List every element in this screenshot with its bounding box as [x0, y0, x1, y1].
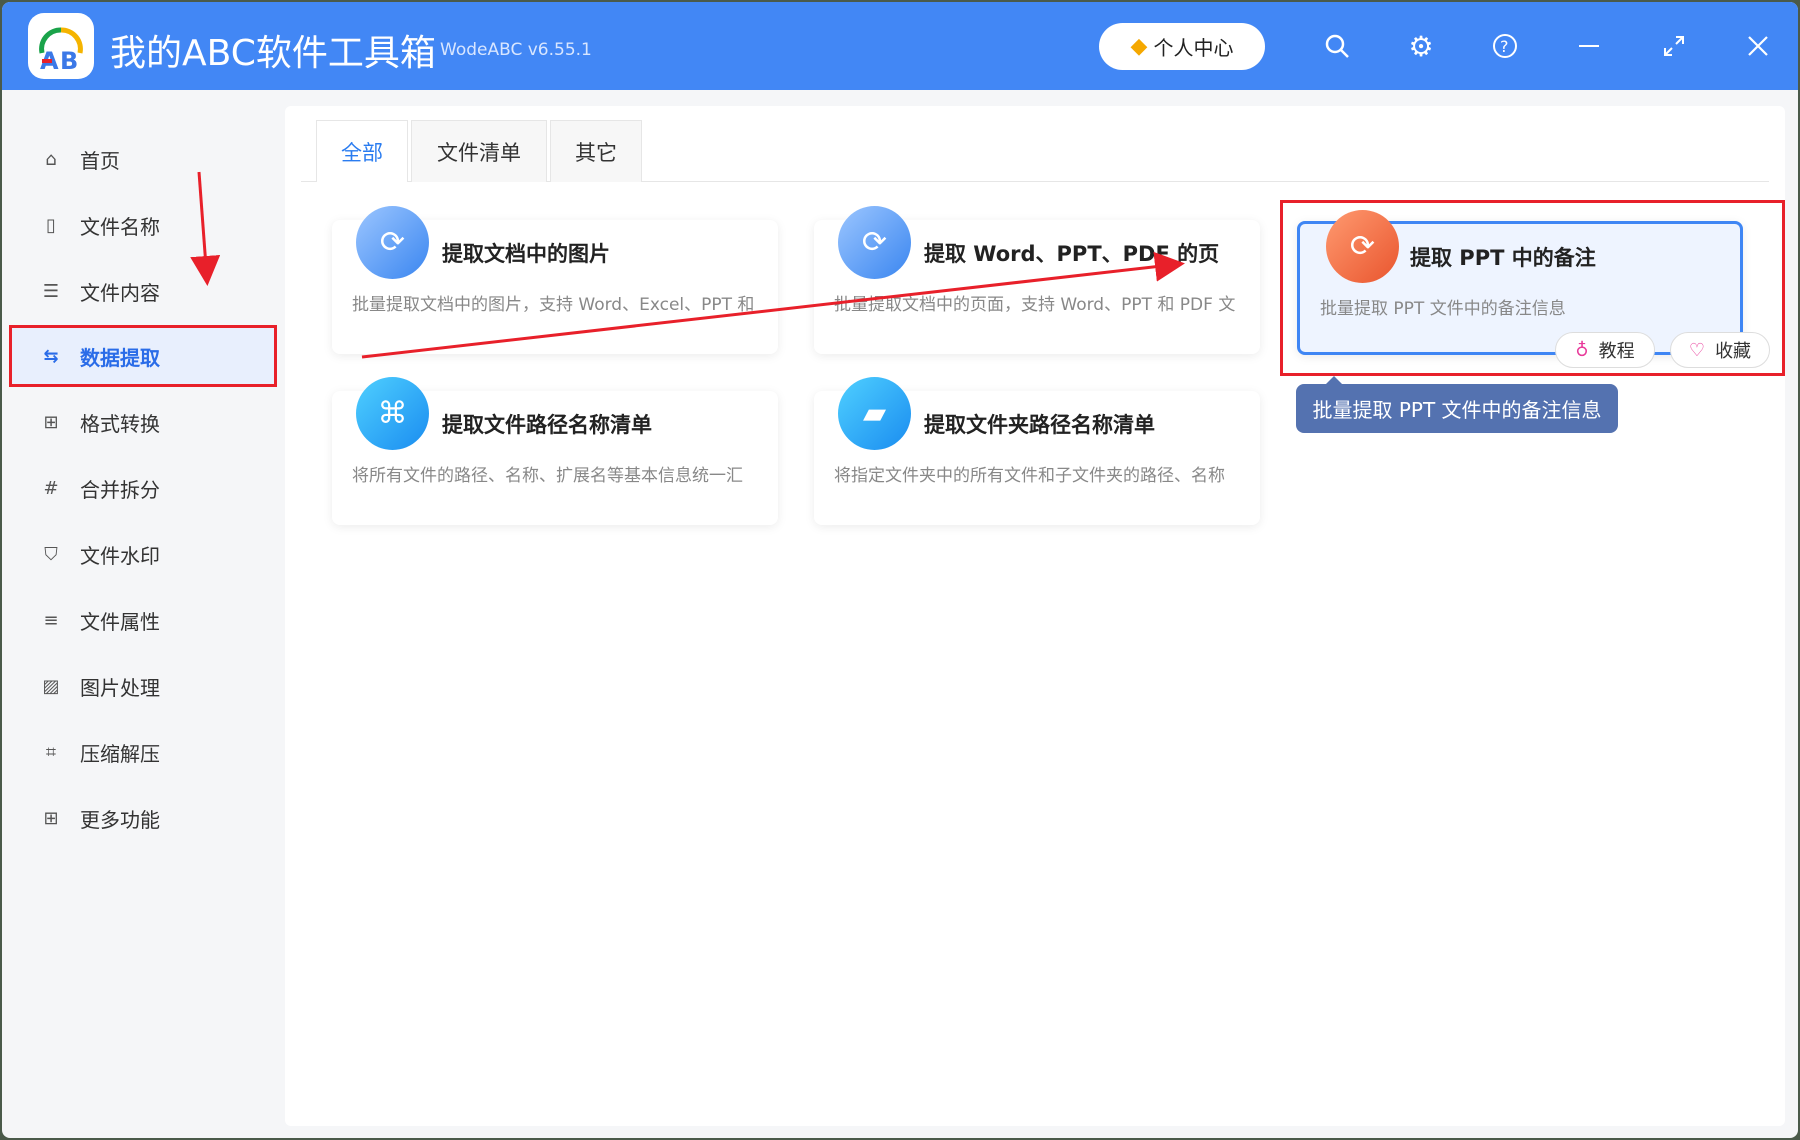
app-window: AB 我的ABC软件工具箱 WodeABC v6.55.1 ◆ 个人中心 ⚙ ? …	[2, 2, 1798, 1138]
arrow-down	[190, 171, 221, 286]
annotation-arrows	[190, 171, 1185, 359]
arrow-diagonal	[361, 251, 1185, 359]
